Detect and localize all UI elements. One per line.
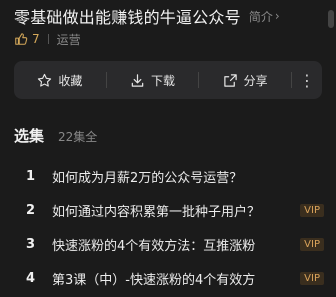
episode-list: 1 如何成为月薪2万的公众号运营？ 2 如何通过内容积累第一批种子用户？ VIP… [14, 159, 336, 295]
episode-section-header: 选集 22集全 [14, 125, 97, 146]
episode-title: 如何通过内容积累第一批种子用户？ [52, 204, 261, 220]
album-meta: 7 运营 [14, 31, 81, 47]
header: 零基础做出能赚钱的牛逼公众号 简介 › [14, 6, 326, 27]
album-title: 零基础做出能赚钱的牛逼公众号 [14, 8, 241, 27]
episode-item[interactable]: 4 第3课（中）-快速涨粉的4个有效方 VIP [14, 261, 336, 295]
intro-label: 简介 [248, 9, 273, 24]
scrollbar[interactable] [328, 10, 334, 28]
episode-number: 3 [26, 236, 36, 252]
episode-number: 2 [26, 202, 36, 218]
episode-number: 1 [26, 168, 36, 184]
episode-title: 第3课（中）-快速涨粉的4个有效方 [52, 272, 256, 288]
more-options-icon[interactable]: ⋮ [292, 61, 322, 99]
like-count: 7 [32, 32, 40, 46]
star-icon [38, 73, 52, 87]
favorite-button[interactable]: 收藏 [14, 61, 106, 99]
episode-title: 快速涨粉的4个有效方法：互推涨粉 [52, 238, 256, 254]
vip-badge: VIP [300, 203, 324, 217]
episode-count: 22集全 [58, 130, 98, 144]
download-label: 下载 [151, 73, 176, 88]
share-icon [223, 73, 237, 87]
vip-badge: VIP [300, 271, 324, 285]
download-icon [131, 73, 144, 87]
action-bar: 收藏 下载 分享 ⋮ [14, 61, 322, 99]
intro-link[interactable]: 简介 › [249, 8, 280, 25]
episode-title: 如何成为月薪2万的公众号运营？ [52, 170, 243, 186]
favorite-label: 收藏 [58, 73, 83, 88]
share-button[interactable]: 分享 [199, 61, 291, 99]
episode-item[interactable]: 1 如何成为月薪2万的公众号运营？ [14, 159, 336, 193]
share-label: 分享 [243, 73, 268, 88]
episode-item[interactable]: 2 如何通过内容积累第一批种子用户？ VIP [14, 193, 336, 227]
section-title: 选集 [14, 127, 45, 145]
vip-badge: VIP [300, 237, 324, 251]
download-button[interactable]: 下载 [107, 61, 199, 99]
episode-number: 4 [26, 270, 36, 286]
thumb-up-icon[interactable] [14, 32, 28, 46]
meta-divider [47, 34, 49, 44]
chevron-right-icon: › [274, 9, 280, 23]
episode-item[interactable]: 3 快速涨粉的4个有效方法：互推涨粉 VIP [14, 227, 336, 261]
category-label[interactable]: 运营 [57, 31, 81, 48]
